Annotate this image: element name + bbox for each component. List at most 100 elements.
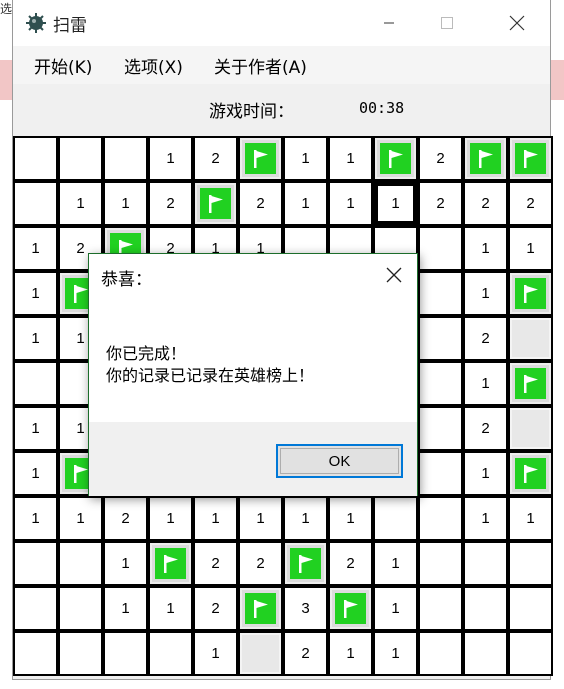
number-cell[interactable]: 2 [465,408,506,449]
covered-cell[interactable] [510,408,551,449]
number-cell[interactable]: 1 [15,453,56,494]
empty-cell[interactable] [150,633,191,674]
number-cell[interactable]: 2 [465,183,506,224]
number-cell[interactable]: 1 [375,588,416,629]
number-cell[interactable]: 2 [330,543,371,584]
title-bar[interactable]: 扫雷 [13,0,550,46]
number-cell[interactable]: 1 [465,498,506,539]
empty-cell[interactable] [15,183,56,224]
empty-cell[interactable] [60,588,101,629]
flagged-cell[interactable] [510,363,551,404]
empty-cell[interactable] [60,633,101,674]
empty-cell[interactable] [420,273,461,314]
number-cell[interactable]: 1 [465,228,506,269]
number-cell[interactable]: 1 [330,633,371,674]
number-cell[interactable]: 1 [150,138,191,179]
number-cell[interactable]: 1 [330,138,371,179]
close-button[interactable] [494,0,540,46]
number-cell[interactable]: 1 [15,498,56,539]
number-cell[interactable]: 1 [15,408,56,449]
number-cell[interactable]: 1 [60,183,101,224]
empty-cell[interactable] [465,588,506,629]
menu-options[interactable]: 选项(X) [124,53,183,78]
number-cell[interactable]: 2 [285,633,326,674]
number-cell[interactable]: 2 [195,138,236,179]
number-cell[interactable]: 1 [150,498,191,539]
empty-cell[interactable] [15,543,56,584]
minimize-button[interactable] [366,0,412,46]
menu-start[interactable]: 开始(K) [34,53,92,78]
number-cell[interactable]: 1 [375,543,416,584]
empty-cell[interactable] [420,318,461,359]
number-cell[interactable]: 2 [105,498,146,539]
dialog-close-button[interactable] [381,262,407,288]
empty-cell[interactable] [465,543,506,584]
flagged-cell[interactable] [510,453,551,494]
empty-cell[interactable] [510,588,551,629]
flagged-cell[interactable] [195,183,236,224]
number-cell[interactable]: 1 [105,183,146,224]
number-cell[interactable]: 1 [465,273,506,314]
empty-cell[interactable] [15,633,56,674]
number-cell[interactable]: 1 [285,138,326,179]
empty-cell[interactable] [420,498,461,539]
empty-cell[interactable] [510,543,551,584]
number-cell[interactable]: 1 [150,588,191,629]
number-cell[interactable]: 2 [465,318,506,359]
number-cell[interactable]: 1 [105,543,146,584]
empty-cell[interactable] [420,633,461,674]
number-cell[interactable]: 2 [240,543,281,584]
number-cell[interactable]: 1 [375,633,416,674]
number-cell[interactable]: 2 [150,183,191,224]
menu-about-author[interactable]: 关于作者(A) [214,53,307,78]
empty-cell[interactable] [420,408,461,449]
empty-cell[interactable] [60,543,101,584]
empty-cell[interactable] [420,453,461,494]
flagged-cell[interactable] [240,588,281,629]
number-cell[interactable]: 1 [15,273,56,314]
empty-cell[interactable] [465,633,506,674]
empty-cell[interactable] [105,633,146,674]
empty-cell[interactable] [510,633,551,674]
empty-cell[interactable] [15,138,56,179]
empty-cell[interactable] [420,228,461,269]
number-cell[interactable]: 1 [105,588,146,629]
number-cell[interactable]: 1 [330,498,371,539]
number-cell[interactable]: 2 [240,183,281,224]
empty-cell[interactable] [420,543,461,584]
number-cell[interactable]: 2 [420,183,461,224]
number-cell[interactable]: 1 [465,453,506,494]
empty-cell[interactable] [15,588,56,629]
number-cell[interactable]: 1 [510,228,551,269]
ok-button[interactable]: OK [276,444,403,478]
flagged-cell[interactable] [150,543,191,584]
empty-cell[interactable] [420,363,461,404]
number-cell[interactable]: 3 [285,588,326,629]
flagged-cell[interactable] [375,138,416,179]
empty-cell[interactable] [60,138,101,179]
empty-cell[interactable] [375,498,416,539]
number-cell[interactable]: 1 [15,228,56,269]
maximize-button[interactable] [424,0,470,46]
number-cell[interactable]: 2 [420,138,461,179]
number-cell[interactable]: 1 [195,498,236,539]
flagged-cell[interactable] [240,138,281,179]
flagged-cell[interactable] [510,138,551,179]
number-cell[interactable]: 1 [240,498,281,539]
number-cell[interactable]: 1 [375,183,416,224]
number-cell[interactable]: 1 [330,183,371,224]
number-cell[interactable]: 1 [195,633,236,674]
number-cell[interactable]: 1 [15,318,56,359]
number-cell[interactable]: 1 [285,183,326,224]
number-cell[interactable]: 1 [510,498,551,539]
number-cell[interactable]: 2 [510,183,551,224]
number-cell[interactable]: 1 [285,498,326,539]
covered-cell[interactable] [240,633,281,674]
number-cell[interactable]: 2 [195,588,236,629]
number-cell[interactable]: 2 [195,543,236,584]
empty-cell[interactable] [105,138,146,179]
flagged-cell[interactable] [330,588,371,629]
number-cell[interactable]: 1 [60,498,101,539]
covered-cell[interactable] [510,318,551,359]
empty-cell[interactable] [15,363,56,404]
